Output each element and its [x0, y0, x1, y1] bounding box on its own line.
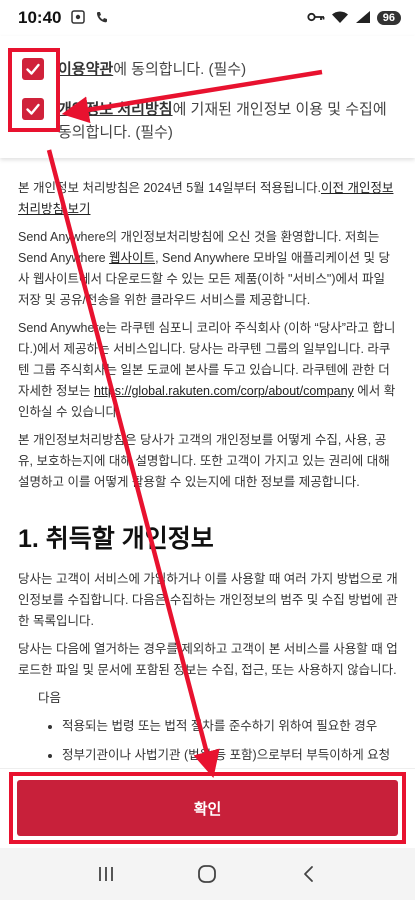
home-icon[interactable]	[187, 854, 227, 894]
policy-paragraph: 당사는 다음에 열거하는 경우를 제외하고 고객이 본 서비스를 사용할 때 업…	[18, 642, 398, 677]
check-icon	[26, 63, 40, 75]
rakuten-link[interactable]: https://global.rakuten.com/corp/about/co…	[94, 384, 354, 398]
check-icon	[26, 103, 40, 115]
policy-paragraph: 본 개인정보처리방침은 당사가 고객의 개인정보를 어떻게 수집, 사용, 공유…	[18, 433, 390, 489]
terms-consent-label: 에 동의합니다. (필수)	[113, 61, 247, 78]
consent-panel: 이용약관에 동의합니다. (필수) 개인정보 처리방침에 기재된 개인정보 이용…	[0, 36, 415, 158]
terms-consent-text: 이용약관에 동의합니다. (필수)	[58, 58, 388, 81]
confirm-button[interactable]: 확인	[17, 780, 398, 836]
privacy-policy-content: 본 개인정보 처리방침은 2024년 5월 14일부터 적용됩니다.이전 개인정…	[18, 178, 398, 795]
consent-item-privacy[interactable]: 개인정보 처리방침에 기재된 개인정보 이용 및 수집에 동의합니다. (필수)	[22, 98, 388, 144]
battery-indicator: 96	[376, 11, 401, 25]
list-item: 적용되는 법령 또는 법적 절차를 준수하기 위하여 필요한 경우	[62, 716, 398, 737]
recent-apps-icon[interactable]	[86, 854, 126, 894]
policy-paragraph: Send Anywhere의 개인정보처리방침에 오신 것을 환영합니다. 저희…	[18, 227, 398, 311]
back-icon[interactable]	[289, 854, 329, 894]
status-bar: 10:40 96	[0, 0, 415, 36]
footer-bar: 확인	[0, 768, 415, 848]
privacy-consent-text: 개인정보 처리방침에 기재된 개인정보 이용 및 수집에 동의합니다. (필수)	[58, 98, 388, 144]
policy-effective-date: 본 개인정보 처리방침은 2024년 5월 14일부터 적용됩니다.	[18, 181, 321, 195]
privacy-policy-link[interactable]: 개인정보 처리방침	[58, 101, 173, 118]
wifi-icon	[331, 10, 349, 27]
navigation-bar	[0, 848, 415, 900]
signal-icon	[355, 10, 371, 27]
call-icon	[95, 10, 109, 27]
screenshot-icon	[71, 9, 86, 27]
policy-paragraph: 당사는 고객이 서비스에 가입하거나 이를 사용할 때 여러 가지 방법으로 개…	[18, 572, 398, 628]
policy-paragraph: Send Anywhere는 라쿠텐 심포니 코리아 주식회사 (이하 “당사”…	[18, 318, 398, 423]
privacy-checkbox[interactable]	[22, 98, 44, 120]
policy-paragraph: 다음	[38, 691, 62, 705]
vpn-key-icon	[307, 10, 325, 26]
terms-checkbox[interactable]	[22, 58, 44, 80]
policy-intro: 본 개인정보 처리방침은 2024년 5월 14일부터 적용됩니다.이전 개인정…	[18, 178, 398, 220]
consent-item-terms[interactable]: 이용약관에 동의합니다. (필수)	[22, 58, 388, 81]
terms-link[interactable]: 이용약관	[58, 61, 113, 78]
website-link[interactable]: 웹사이트	[109, 251, 155, 265]
status-time: 10:40	[18, 8, 62, 27]
section-title: 1. 취득할 개인정보	[18, 525, 214, 553]
